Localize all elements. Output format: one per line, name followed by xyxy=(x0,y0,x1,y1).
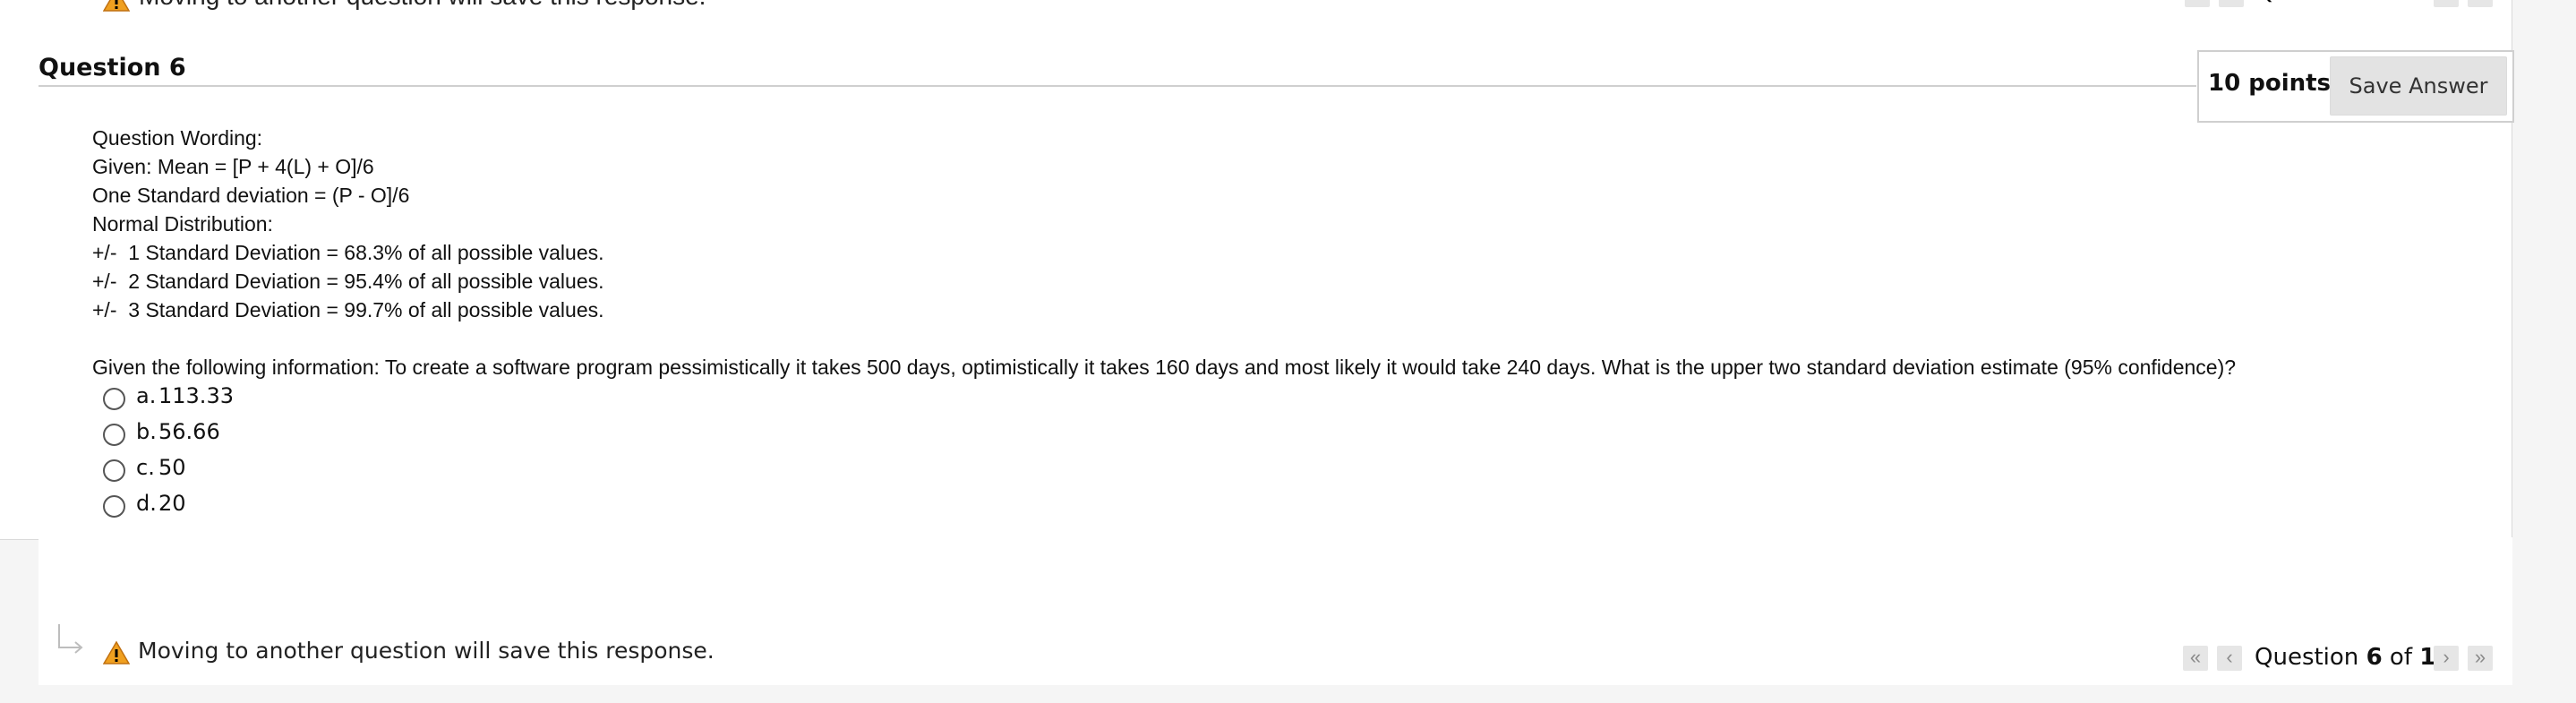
next-question-button[interactable]: › xyxy=(2434,646,2459,671)
question-line: Normal Distribution: xyxy=(92,212,273,236)
top-prev-question-button[interactable]: ‹ xyxy=(2219,0,2244,7)
warning-icon xyxy=(103,0,130,12)
double-chevron-left-icon: « xyxy=(2189,646,2202,668)
points-box: 10 points Save Answer xyxy=(2197,50,2514,123)
prev-question-button[interactable]: ‹ xyxy=(2217,646,2242,671)
top-last-question-button[interactable]: » xyxy=(2468,0,2493,7)
save-warning-text: Moving to another question will save thi… xyxy=(138,638,715,664)
top-warning-text: Moving to another question will save thi… xyxy=(139,0,706,11)
status-prefix: Question xyxy=(2255,644,2359,671)
answer-a-radio[interactable] xyxy=(103,388,125,410)
status-of: of xyxy=(2389,644,2412,671)
top-question-status: Question 6 of 10 xyxy=(2256,0,2453,5)
last-question-button[interactable]: » xyxy=(2468,646,2493,671)
answer-a-text[interactable]: 113.33 xyxy=(158,383,234,408)
answer-c-text[interactable]: 50 xyxy=(158,455,186,480)
top-question-footer: Moving to another question will save thi… xyxy=(0,0,2576,12)
question-line: Question Wording: xyxy=(92,126,263,150)
answer-a-letter: a. xyxy=(136,383,157,408)
first-question-button[interactable]: « xyxy=(2183,646,2208,671)
question-line: +/- 1 Standard Deviation = 68.3% of all … xyxy=(92,241,604,264)
question-pagination: « ‹ Question 6 of 10 › » xyxy=(2183,644,2496,673)
question-body: Question Wording: Given: Mean = [P + 4(L… xyxy=(92,124,2236,382)
question-prompt: Given the following information: To crea… xyxy=(92,356,2237,379)
points-label: 10 points xyxy=(2208,70,2332,97)
question-line: Given: Mean = [P + 4(L) + O]/6 xyxy=(92,155,374,178)
answer-b-radio[interactable] xyxy=(103,424,125,446)
top-status-current: 6 xyxy=(2368,0,2384,5)
question-line: +/- 3 Standard Deviation = 99.7% of all … xyxy=(92,298,604,321)
answer-c-letter: c. xyxy=(136,455,155,480)
top-status-prefix: Question xyxy=(2256,0,2360,5)
top-status-of: of xyxy=(2392,0,2414,5)
question-spacer xyxy=(92,324,2236,353)
top-first-question-button[interactable]: « xyxy=(2185,0,2210,7)
question-divider xyxy=(39,85,2196,87)
warning-icon xyxy=(103,640,130,664)
answer-d-text[interactable]: 20 xyxy=(158,491,186,516)
top-next-question-button[interactable]: › xyxy=(2434,0,2459,7)
answer-b-text[interactable]: 56.66 xyxy=(158,419,220,444)
chevron-left-icon: ‹ xyxy=(2226,646,2233,668)
save-answer-button[interactable]: Save Answer xyxy=(2330,56,2507,116)
question-status: Question 6 of 10 xyxy=(2255,644,2452,671)
question-line: One Standard deviation = (P - O]/6 xyxy=(92,184,410,207)
answer-b-letter: b. xyxy=(136,419,157,444)
chevron-right-icon: › xyxy=(2443,646,2450,668)
return-arrow-icon xyxy=(58,624,83,654)
answer-c-radio[interactable] xyxy=(103,459,125,482)
answer-d-radio[interactable] xyxy=(103,495,125,518)
double-chevron-right-icon: » xyxy=(2474,646,2486,668)
question-line: +/- 2 Standard Deviation = 95.4% of all … xyxy=(92,270,604,293)
question-title: Question 6 xyxy=(39,54,186,81)
answer-d-letter: d. xyxy=(136,491,157,516)
status-current: 6 xyxy=(2366,644,2383,671)
